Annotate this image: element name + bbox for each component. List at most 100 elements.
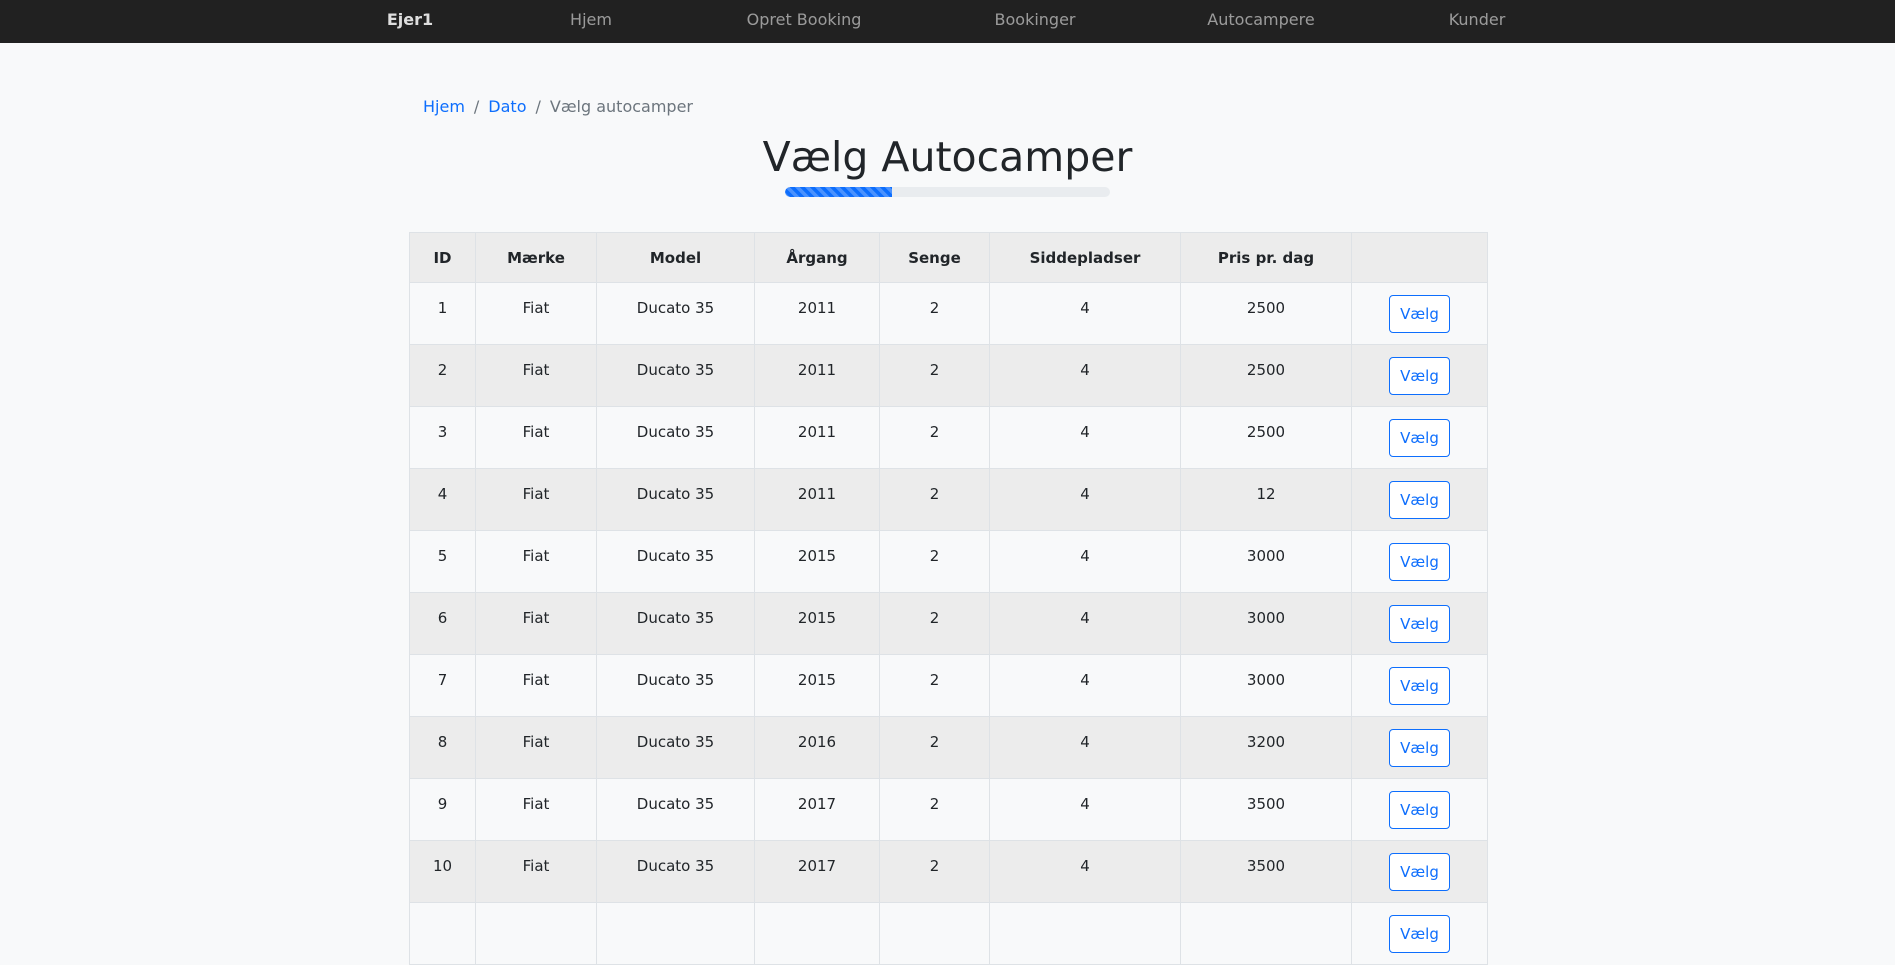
column-header-senge: Senge [879, 232, 990, 283]
cell-siddepladser: 4 [989, 282, 1181, 345]
vaelg-button[interactable]: Vælg [1389, 605, 1450, 643]
table-row: 7 Fiat Ducato 35 2015 2 4 3000 Vælg [409, 654, 1488, 717]
cell-aargang: 2017 [754, 778, 880, 841]
cell-action: Vælg [1351, 530, 1488, 593]
table-row: Vælg [409, 902, 1488, 965]
cell-action: Vælg [1351, 406, 1488, 469]
cell-aargang: 2016 [754, 716, 880, 779]
cell-senge: 2 [879, 406, 990, 469]
cell-maerke [475, 902, 597, 965]
cell-action: Vælg [1351, 468, 1488, 531]
cell-action: Vælg [1351, 282, 1488, 345]
vaelg-button[interactable]: Vælg [1389, 481, 1450, 519]
cell-siddepladser: 4 [989, 344, 1181, 407]
cell-siddepladser: 4 [989, 716, 1181, 779]
cell-pris-pr-dag: 3000 [1180, 592, 1352, 655]
cell-id: 8 [409, 716, 476, 779]
breadcrumb-link-hjem[interactable]: Hjem [423, 97, 465, 116]
nav-item-autocampere[interactable]: Autocampere [1207, 0, 1314, 40]
column-header-id: ID [409, 232, 476, 283]
cell-action: Vælg [1351, 840, 1488, 903]
cell-pris-pr-dag: 3200 [1180, 716, 1352, 779]
cell-id: 7 [409, 654, 476, 717]
nav-item-opret-booking[interactable]: Opret Booking [747, 0, 862, 40]
cell-action: Vælg [1351, 592, 1488, 655]
cell-senge: 2 [879, 592, 990, 655]
cell-aargang: 2011 [754, 468, 880, 531]
vaelg-button[interactable]: Vælg [1389, 419, 1450, 457]
cell-model: Ducato 35 [596, 282, 755, 345]
cell-maerke: Fiat [475, 778, 597, 841]
cell-id: 10 [409, 840, 476, 903]
nav-item-kunder[interactable]: Kunder [1449, 0, 1506, 40]
cell-pris-pr-dag: 2500 [1180, 282, 1352, 345]
vaelg-button[interactable]: Vælg [1389, 667, 1450, 705]
breadcrumb-separator: / [535, 97, 541, 116]
cell-siddepladser: 4 [989, 468, 1181, 531]
column-header-aargang: Årgang [754, 232, 880, 283]
cell-maerke: Fiat [475, 654, 597, 717]
cell-siddepladser: 4 [989, 406, 1181, 469]
cell-aargang: 2011 [754, 344, 880, 407]
cell-model: Ducato 35 [596, 654, 755, 717]
cell-pris-pr-dag: 2500 [1180, 344, 1352, 407]
cell-aargang: 2011 [754, 282, 880, 345]
nav-item-bookinger[interactable]: Bookinger [995, 0, 1076, 40]
cell-siddepladser: 4 [989, 654, 1181, 717]
breadcrumb-current: Vælg autocamper [549, 97, 693, 116]
cell-model: Ducato 35 [596, 468, 755, 531]
cell-action: Vælg [1351, 716, 1488, 779]
cell-maerke: Fiat [475, 592, 597, 655]
cell-action: Vælg [1351, 654, 1488, 717]
column-header-siddepladser: Siddepladser [989, 232, 1181, 283]
table-header-row: ID Mærke Model Årgang Senge Siddepladser… [409, 232, 1488, 283]
table-row: 3 Fiat Ducato 35 2011 2 4 2500 Vælg [409, 406, 1488, 469]
cell-id: 1 [409, 282, 476, 345]
cell-model [596, 902, 755, 965]
column-header-pris-pr-dag: Pris pr. dag [1180, 232, 1352, 283]
cell-action: Vælg [1351, 902, 1488, 965]
table-row: 1 Fiat Ducato 35 2011 2 4 2500 Vælg [409, 282, 1488, 345]
cell-model: Ducato 35 [596, 716, 755, 779]
cell-pris-pr-dag: 2500 [1180, 406, 1352, 469]
vaelg-button[interactable]: Vælg [1389, 791, 1450, 829]
cell-model: Ducato 35 [596, 840, 755, 903]
table-row: 5 Fiat Ducato 35 2015 2 4 3000 Vælg [409, 530, 1488, 593]
cell-action: Vælg [1351, 344, 1488, 407]
cell-model: Ducato 35 [596, 344, 755, 407]
table-body: 1 Fiat Ducato 35 2011 2 4 2500 Vælg 2 Fiat Ducato … [409, 282, 1488, 965]
breadcrumb-separator: / [473, 97, 480, 116]
vaelg-button[interactable]: Vælg [1389, 543, 1450, 581]
cell-siddepladser [989, 902, 1181, 965]
cell-maerke: Fiat [475, 406, 597, 469]
cell-senge: 2 [879, 716, 990, 779]
cell-senge: 2 [879, 840, 990, 903]
vaelg-button[interactable]: Vælg [1389, 853, 1450, 891]
cell-senge: 2 [879, 282, 990, 345]
cell-maerke: Fiat [475, 468, 597, 531]
cell-aargang [754, 902, 880, 965]
cell-id: 9 [409, 778, 476, 841]
vaelg-button[interactable]: Vælg [1389, 357, 1450, 395]
cell-maerke: Fiat [475, 840, 597, 903]
cell-id: 2 [409, 344, 476, 407]
breadcrumb-link-dato[interactable]: Dato [488, 97, 526, 116]
nav-brand[interactable]: Ejer1 [387, 0, 433, 40]
cell-aargang: 2015 [754, 592, 880, 655]
top-navbar: Ejer1 Hjem Opret Booking Bookinger Autoc… [0, 0, 1895, 43]
table-row: 4 Fiat Ducato 35 2011 2 4 12 Vælg [409, 468, 1488, 531]
cell-aargang: 2011 [754, 406, 880, 469]
vaelg-button[interactable]: Vælg [1389, 729, 1450, 767]
cell-maerke: Fiat [475, 344, 597, 407]
nav-item-hjem[interactable]: Hjem [570, 0, 612, 40]
cell-id: 4 [409, 468, 476, 531]
table-row: 2 Fiat Ducato 35 2011 2 4 2500 Vælg [409, 344, 1488, 407]
vaelg-button[interactable]: Vælg [1389, 295, 1450, 333]
cell-senge: 2 [879, 468, 990, 531]
cell-aargang: 2015 [754, 530, 880, 593]
cell-model: Ducato 35 [596, 530, 755, 593]
cell-model: Ducato 35 [596, 778, 755, 841]
vaelg-button[interactable]: Vælg [1389, 915, 1450, 953]
cell-senge: 2 [879, 530, 990, 593]
page-title: Vælg Autocamper [762, 133, 1133, 181]
